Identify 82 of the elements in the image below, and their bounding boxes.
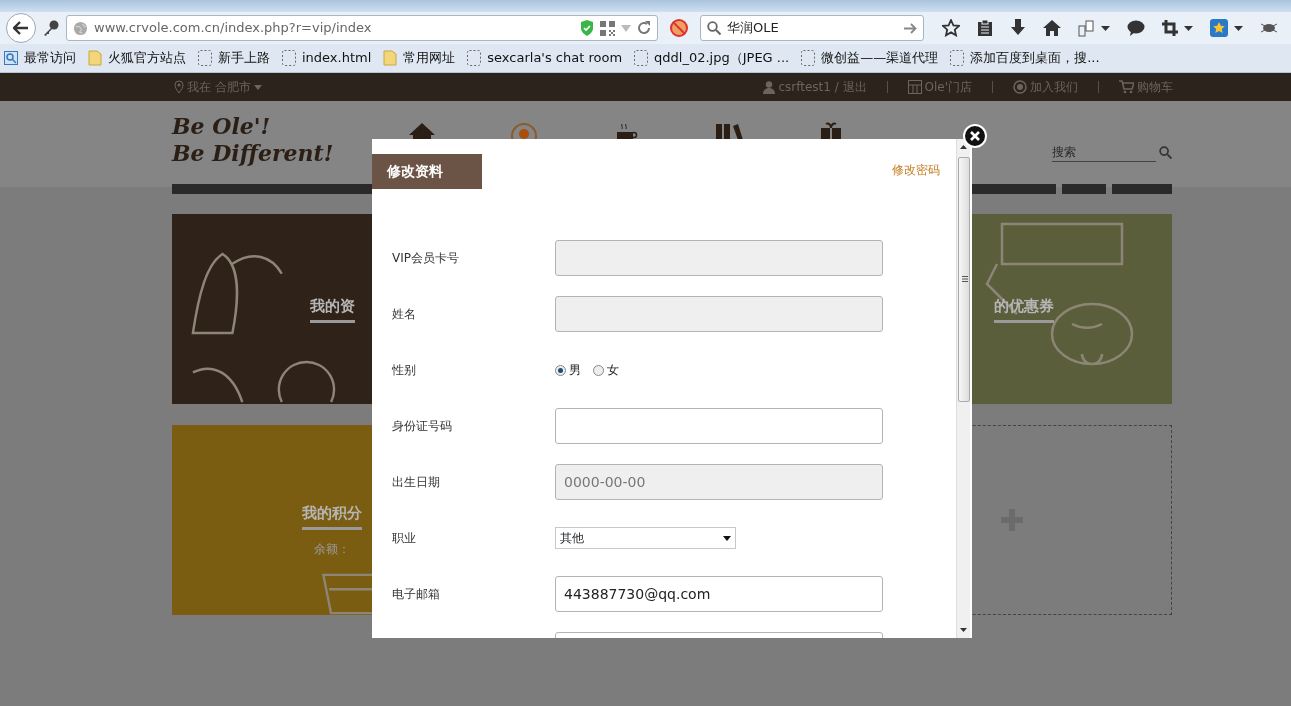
clipboard-icon[interactable]	[977, 19, 993, 37]
globe-icon	[73, 20, 88, 36]
back-arrow-icon	[13, 21, 29, 35]
page-icon	[198, 50, 212, 66]
scroll-up-arrow-icon[interactable]	[960, 145, 967, 149]
url-text: www.crvole.com.cn/index.php?r=vip/index	[94, 19, 373, 38]
home-icon[interactable]	[408, 122, 437, 140]
user-icon	[763, 80, 776, 94]
reload-icon[interactable]	[637, 21, 651, 35]
go-arrow-icon[interactable]	[904, 22, 917, 34]
dropdown-caret-icon[interactable]	[1184, 25, 1193, 31]
page-icon	[282, 50, 296, 66]
card-title: 我的积分	[302, 502, 362, 530]
site-search-field[interactable]: 搜索	[1052, 142, 1156, 162]
badge-circle-icon	[1013, 80, 1027, 94]
chat-bubble-icon[interactable]	[1127, 20, 1145, 36]
bookmark-item[interactable]: 添加百度到桌面，搜...	[948, 48, 1102, 68]
target-icon[interactable]	[510, 122, 539, 140]
balance-label: 余额：	[314, 540, 350, 558]
field-label: 职业	[391, 530, 417, 547]
folder-icon	[383, 50, 398, 66]
input-field[interactable]: 443887730@qq.com	[555, 576, 883, 612]
page-icon	[634, 50, 649, 66]
close-icon	[970, 131, 980, 141]
radio-option[interactable]: 男	[555, 361, 581, 379]
scroll-down-arrow-icon[interactable]	[960, 628, 967, 632]
dropdown-caret-icon	[723, 535, 731, 541]
bug-icon[interactable]	[1260, 21, 1278, 35]
qr-code-icon[interactable]	[600, 20, 615, 36]
search-icon	[707, 21, 721, 35]
bookmark-item[interactable]: 微创益——渠道代理	[799, 48, 941, 68]
home-icon[interactable]	[1043, 20, 1061, 36]
scroll-thumb[interactable]	[958, 157, 970, 402]
bookmark-item[interactable]: qddl_02.jpg（JPEG ...	[632, 48, 792, 68]
star-addon-icon[interactable]	[1210, 19, 1228, 37]
bookmarks-icon	[4, 51, 18, 65]
field-label: 性别	[391, 362, 417, 379]
blocked-addon-icon[interactable]	[670, 19, 688, 37]
dialog-title-tab[interactable]: 修改资料	[372, 154, 482, 189]
dropdown-caret-icon[interactable]	[1234, 25, 1243, 31]
nav-bar	[1112, 184, 1172, 194]
back-button[interactable]	[6, 13, 36, 43]
field-label: 出生日期	[391, 474, 441, 491]
download-icon[interactable]	[1010, 19, 1026, 37]
bookmark-star-icon[interactable]	[942, 19, 960, 37]
search-icon	[1159, 145, 1172, 159]
bookmark-item[interactable]: 最常访问	[2, 48, 78, 68]
key-icon[interactable]	[42, 19, 60, 37]
field-label: VIP会员卡号	[391, 250, 460, 267]
books-icon[interactable]	[714, 122, 745, 140]
cart-icon	[1119, 80, 1134, 94]
bookmark-item[interactable]: 新手上路	[196, 48, 272, 68]
dropdown-caret-icon[interactable]	[1101, 25, 1110, 31]
logo-text[interactable]: Be Different!	[172, 140, 334, 167]
search-text: 华润OLE	[727, 19, 780, 38]
devices-icon[interactable]	[1078, 19, 1095, 37]
radio-option[interactable]: 女	[593, 361, 619, 379]
change-password-link[interactable]: 修改密码	[892, 161, 940, 179]
location-pin-icon	[174, 80, 184, 94]
store-icon	[907, 80, 922, 94]
occupation-dropdown[interactable]: 其他	[555, 527, 736, 549]
page-icon	[467, 50, 482, 66]
crop-icon[interactable]	[1162, 20, 1178, 36]
card-title: 的优惠券	[994, 295, 1054, 323]
search-field[interactable]: 华润OLE	[700, 15, 924, 41]
field-label: 姓名	[391, 306, 417, 323]
shield-icon[interactable]	[580, 20, 594, 36]
bookmark-item[interactable]: index.html	[280, 48, 374, 68]
input-field[interactable]	[555, 408, 883, 444]
card-title: 我的资	[309, 295, 355, 323]
bookmark-item[interactable]: sexcarla's chat room	[465, 48, 625, 68]
page-icon	[801, 50, 816, 66]
bookmark-item[interactable]: 火狐官方站点	[86, 48, 188, 68]
folder-icon	[88, 50, 102, 66]
bookmark-item[interactable]: 常用网址	[381, 48, 458, 68]
nav-bar	[1062, 184, 1106, 194]
grip-icon	[962, 276, 968, 282]
logo-text[interactable]: Be Ole'!	[172, 113, 334, 140]
field-label: 电子邮箱	[391, 586, 441, 603]
page-icon	[950, 50, 965, 66]
url-field[interactable]: www.crvole.com.cn/index.php?r=vip/index	[66, 15, 658, 41]
scrollbar[interactable]	[956, 139, 970, 638]
